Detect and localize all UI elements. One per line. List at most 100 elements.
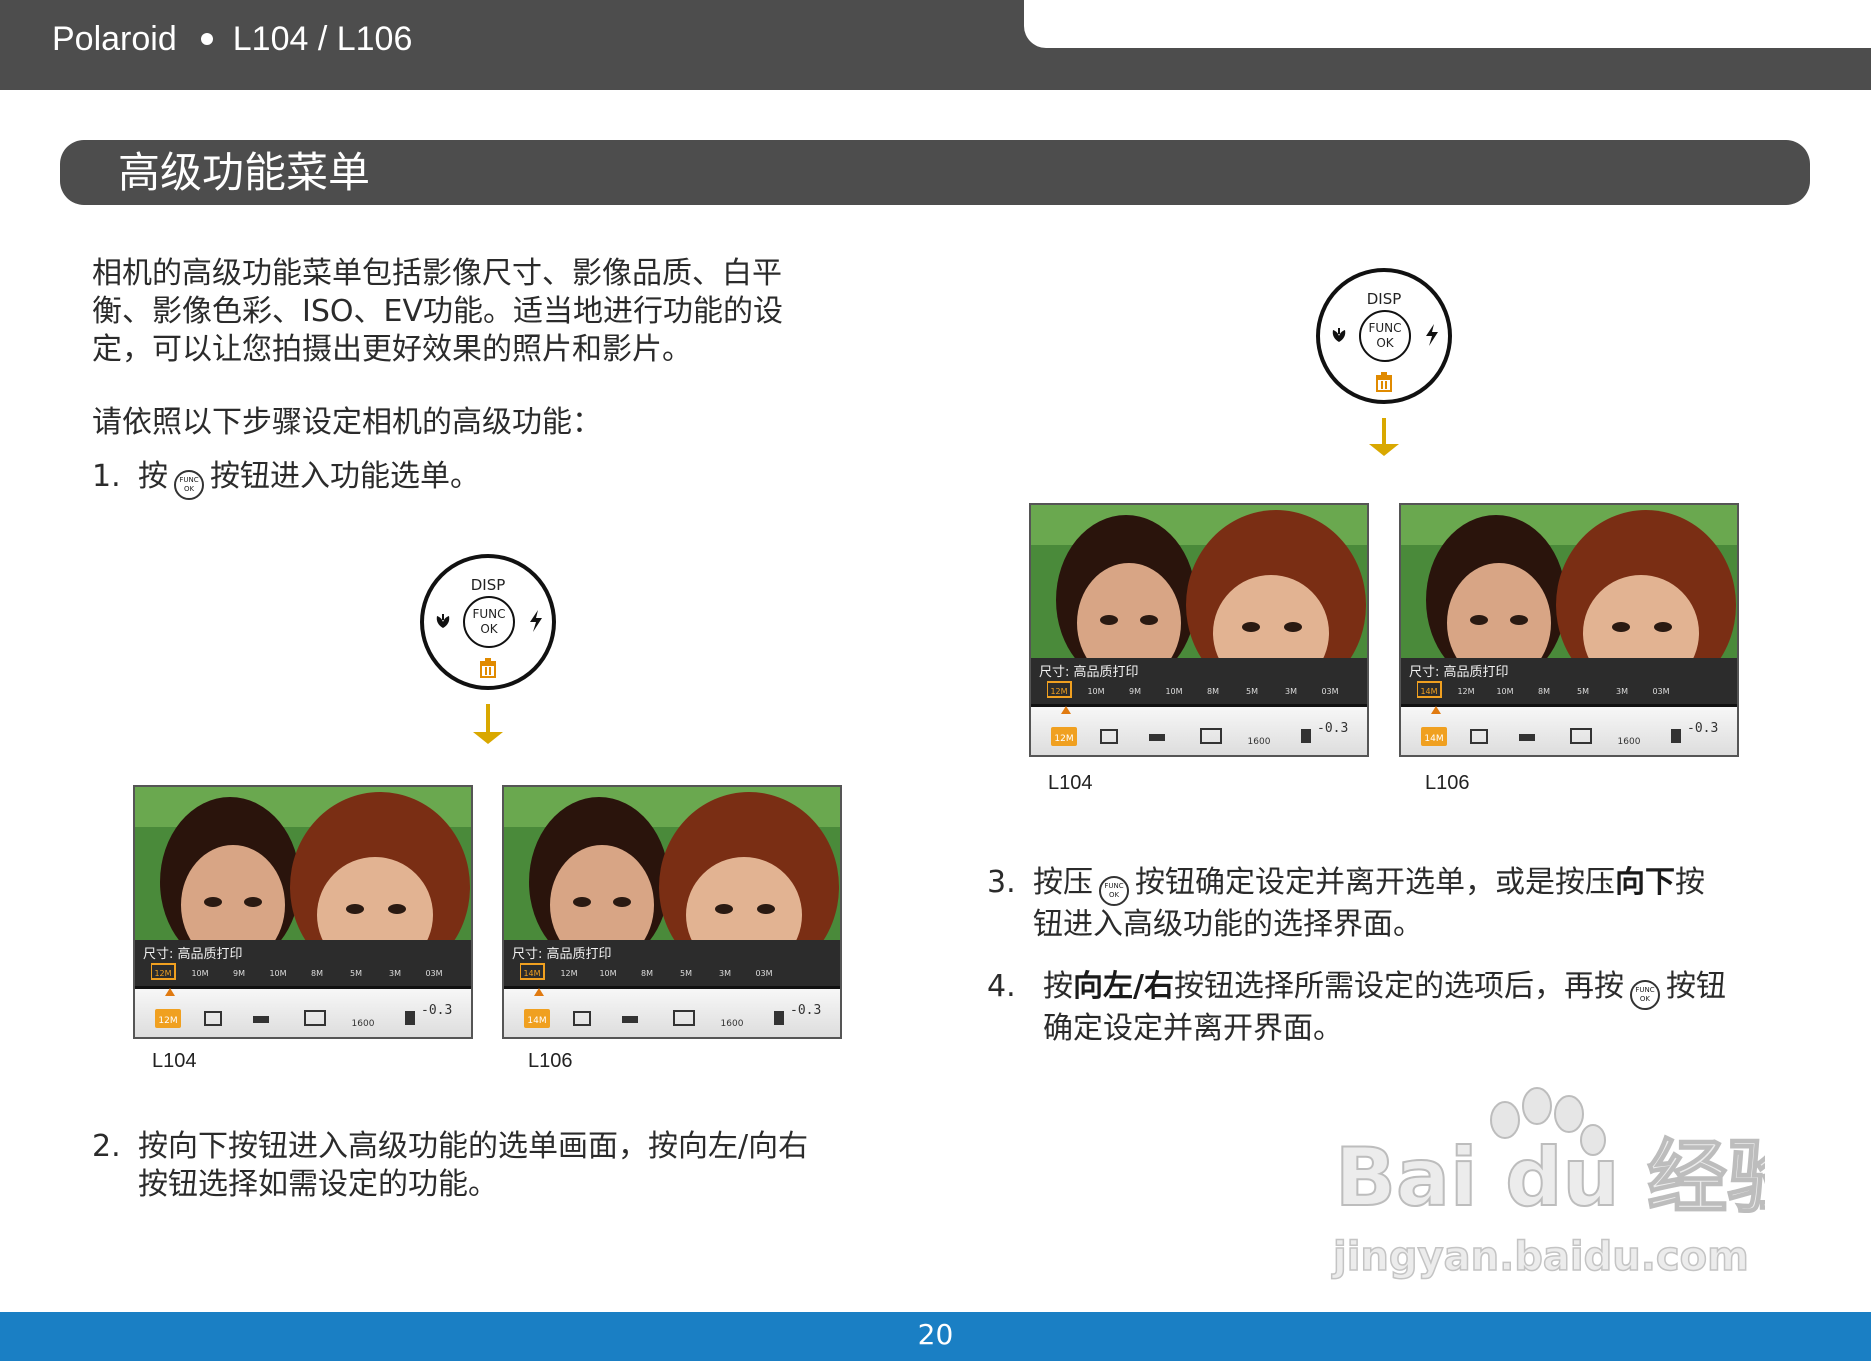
model-label-l104: L104 <box>1048 772 1093 794</box>
step-text: 按压 <box>1033 865 1093 900</box>
photo-image <box>1401 505 1737 658</box>
header-tab <box>1024 0 1871 48</box>
arrow-down <box>486 704 490 734</box>
size-option: 10M <box>599 969 616 978</box>
size-option: 10M <box>1087 687 1104 696</box>
model-label-l106: L106 <box>1425 772 1470 794</box>
watermark-logo: Bai du 经验 <box>1335 1131 1765 1224</box>
intro-prompt: 请依照以下步骤设定相机的高级功能： <box>92 405 602 440</box>
bullet-dot <box>200 32 213 45</box>
selected-size: 14M <box>1424 734 1443 744</box>
size-options: 12M 10M 9M 10M 8M 5M 3M 03M <box>151 963 443 980</box>
step-4: 4. 按向左/右按钮选择所需设定的选项后，再按 FUNC OK 按钮 确定设定并离开界面… <box>987 968 1726 1048</box>
flash-icon <box>1426 324 1438 346</box>
size-option: 14M <box>523 969 540 978</box>
photo-image <box>135 787 471 940</box>
step-text: 按钮 <box>1665 969 1726 1004</box>
menu-bar: 尺寸: 高品质打印 12M 10M 9M 10M 8M 5M 3M 03M <box>135 940 471 986</box>
ok-label: OK <box>1376 336 1394 350</box>
macro-icon <box>1332 328 1346 342</box>
size-options: 12M 10M 9M 10M 8M 5M 3M 03M <box>1047 681 1339 698</box>
intro-line: 定，可以让您拍摄出更好效果的照片和影片。 <box>92 332 692 367</box>
step-number: 2. <box>92 1129 121 1164</box>
ev-value: -0.3 <box>1317 721 1349 736</box>
step-text: 按 <box>1043 969 1073 1004</box>
iso-value: 1600 <box>352 1019 375 1029</box>
ev-value: -0.3 <box>1687 721 1719 736</box>
step-2: 2. 按向下按钮进入高级功能的选单画面，按向左/向右 按钮选择如需设定的功能。 <box>92 1128 808 1204</box>
function-icons: 14M 1600 <box>524 1009 784 1029</box>
menu-label: 尺寸: 高品质打印 <box>143 947 243 962</box>
size-options: 14M 12M 10M 8M 5M 3M 03M <box>1417 681 1670 698</box>
size-option: 9M <box>1129 687 1141 696</box>
func-ok-icon: FUNC OK <box>1629 980 1660 1010</box>
size-option: 3M <box>389 969 401 978</box>
photo-image <box>1031 505 1367 658</box>
step-number: 1. <box>92 459 121 494</box>
model-name: L104 / L106 <box>232 20 413 58</box>
step-text: 按 <box>1675 865 1705 900</box>
iso-value: 1600 <box>1248 737 1271 747</box>
camera-screen-l104: 尺寸: 高品质打印 12M 10M 9M 10M 8M 5M 3M 03M 12… <box>133 785 473 1039</box>
iso-value: 1600 <box>721 1019 744 1029</box>
size-option: 12M <box>154 969 171 978</box>
section-title: 高级功能菜单 <box>118 148 371 197</box>
camera-screen-l106: 尺寸: 高品质打印 14M 12M 10M 8M 5M 3M 03M 14M 1… <box>502 785 842 1039</box>
func-ok-button: FUNC OK <box>463 596 515 648</box>
model-label-l106: L106 <box>528 1050 573 1072</box>
ok-label: OK <box>480 622 498 636</box>
size-option: 10M <box>1496 687 1513 696</box>
control-dial: DISP FUNC OK <box>420 554 556 690</box>
size-option: 5M <box>1577 687 1589 696</box>
size-option: 3M <box>719 969 731 978</box>
size-option: 3M <box>1616 687 1628 696</box>
control-dial: DISP FUNC OK <box>1316 268 1452 404</box>
size-option: 8M <box>1207 687 1219 696</box>
func-label: FUNC <box>472 607 506 621</box>
page-number: 20 <box>917 1318 954 1351</box>
size-option: 03M <box>1321 687 1338 696</box>
function-strip: 12M 1600 -0.3 <box>1031 706 1367 755</box>
selected-size: 14M <box>527 1016 546 1026</box>
step-emphasis: 向左/右 <box>1073 969 1174 1004</box>
func-icon-bottom: OK <box>1108 891 1120 899</box>
size-option: 8M <box>641 969 653 978</box>
step-text: 按钮选择所需设定的选项后，再按 <box>1173 969 1624 1004</box>
step-text: 钮进入高级功能的选择界面。 <box>1033 907 1423 942</box>
size-option: 5M <box>1246 687 1258 696</box>
watermark-url: jingyan.baidu.com <box>1331 1234 1749 1280</box>
size-option: 03M <box>425 969 442 978</box>
step-text: 确定设定并离开界面。 <box>1043 1011 1343 1046</box>
intro-line: 相机的高级功能菜单包括影像尺寸、影像品质、白平 <box>92 256 782 291</box>
size-options: 14M 12M 10M 8M 5M 3M 03M <box>520 963 773 980</box>
size-option: 12M <box>560 969 577 978</box>
macro-icon <box>436 614 450 628</box>
menu-label: 尺寸: 高品质打印 <box>512 947 612 962</box>
size-option: 12M <box>1457 687 1474 696</box>
step-emphasis: 向下 <box>1615 865 1675 900</box>
step-1: 1. 按 FUNC OK 按钮进入功能选单。 <box>92 458 480 500</box>
selected-size: 12M <box>158 1016 177 1026</box>
size-option: 10M <box>269 969 286 978</box>
function-icons: 12M 1600 <box>155 1009 415 1029</box>
size-option: 3M <box>1285 687 1297 696</box>
trash-icon <box>1376 372 1392 392</box>
camera-screen-l106: 尺寸: 高品质打印 14M 12M 10M 8M 5M 3M 03M 14M 1… <box>1399 503 1739 757</box>
menu-label: 尺寸: 高品质打印 <box>1409 665 1509 680</box>
iso-value: 1600 <box>1618 737 1641 747</box>
menu-bar: 尺寸: 高品质打印 14M 12M 10M 8M 5M 3M 03M <box>1401 658 1737 704</box>
function-icons: 14M 1600 <box>1421 727 1681 747</box>
size-option: 5M <box>350 969 362 978</box>
function-strip: 14M 1600 -0.3 <box>504 988 840 1037</box>
baidu-watermark: Bai du 经验 jingyan.baidu.com <box>1330 1087 1765 1281</box>
brand-name: Polaroid <box>52 20 177 58</box>
intro-paragraph: 相机的高级功能菜单包括影像尺寸、影像品质、白平 衡、影像色彩、ISO、EV功能。… <box>92 255 783 369</box>
photo-image <box>504 787 840 940</box>
function-strip: 14M 1600 -0.3 <box>1401 706 1737 755</box>
size-option: 14M <box>1420 687 1437 696</box>
ev-value: -0.3 <box>421 1003 453 1018</box>
arrow-head <box>473 732 503 744</box>
function-icons: 12M 1600 <box>1051 727 1311 747</box>
model-label-l104: L104 <box>152 1050 197 1072</box>
disp-label: DISP <box>470 576 506 594</box>
